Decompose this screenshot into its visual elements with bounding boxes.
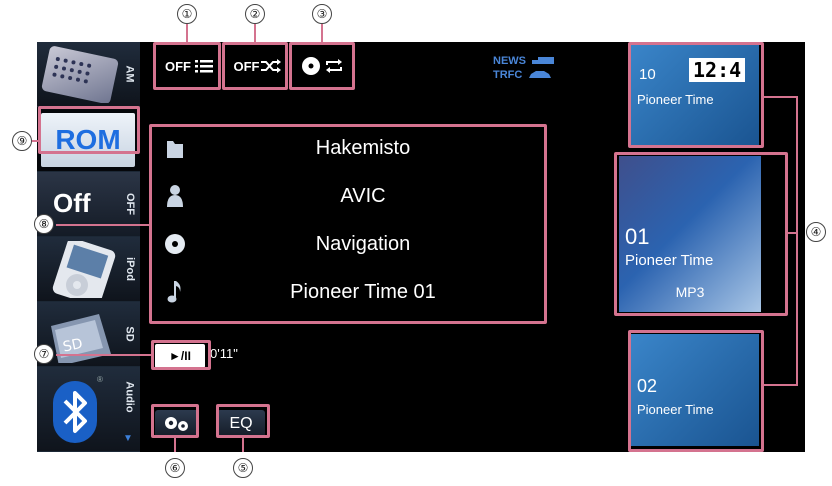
leader-line-4d [788,232,796,234]
callout-9: ⑨ [12,131,32,151]
source-ipod[interactable]: iPod [37,237,140,302]
callout-1: ① [177,4,197,24]
highlight-prev-track [628,42,764,148]
traffic-indicators: NEWS TRFC [493,54,554,82]
source-audio-label: Audio [124,381,137,413]
highlight-shuffle [222,42,288,90]
leader-line-7 [56,354,151,356]
callout-8: ⑧ [34,214,54,234]
leader-line-1 [186,24,188,42]
radio-icon [41,46,119,103]
highlight-current-track [614,152,788,316]
source-am[interactable]: AM [37,42,140,107]
leader-line-6 [174,438,176,452]
registered-mark: ® [97,375,103,384]
callout-5: ⑤ [233,458,253,478]
leader-line-2 [254,24,256,42]
leader-line-3 [321,24,323,42]
callout-6: ⑥ [165,458,185,478]
highlight-source-rom [38,106,140,154]
source-ipod-label: iPod [124,257,136,281]
leader-line-4c [764,384,798,386]
elapsed-time: 0'11" [210,346,238,361]
scroll-down-icon[interactable]: ▼ [123,433,133,444]
highlight-play-pause [151,340,211,370]
bluetooth-icon [53,381,97,443]
highlight-repeat-disc [289,42,355,90]
source-am-label: AM [123,65,136,83]
source-sd-label: SD [124,326,136,342]
traffic-car-icon [529,71,552,78]
source-off-label: OFF [124,193,136,215]
news-truck-icon [532,57,554,64]
source-bluetooth-audio[interactable]: ® Audio ▼ [37,367,140,452]
news-indicator: NEWS [493,55,526,67]
leader-line-4a [764,96,798,98]
callout-2: ② [245,4,265,24]
ipod-icon [52,241,116,298]
highlight-settings [151,404,199,438]
highlight-eq [216,404,270,438]
highlight-info-rows [149,124,547,324]
leader-line-5 [242,438,244,452]
leader-line-9b [32,140,40,142]
callout-4: ④ [806,222,826,242]
trfc-indicator: TRFC [493,69,523,81]
off-text: Off [53,188,91,218]
callout-7: ⑦ [34,344,54,364]
leader-line-4b [796,96,798,386]
leader-line-8 [56,224,149,226]
callout-3: ③ [312,4,332,24]
highlight-next-track [628,330,764,452]
highlight-repeat-list [153,42,221,90]
